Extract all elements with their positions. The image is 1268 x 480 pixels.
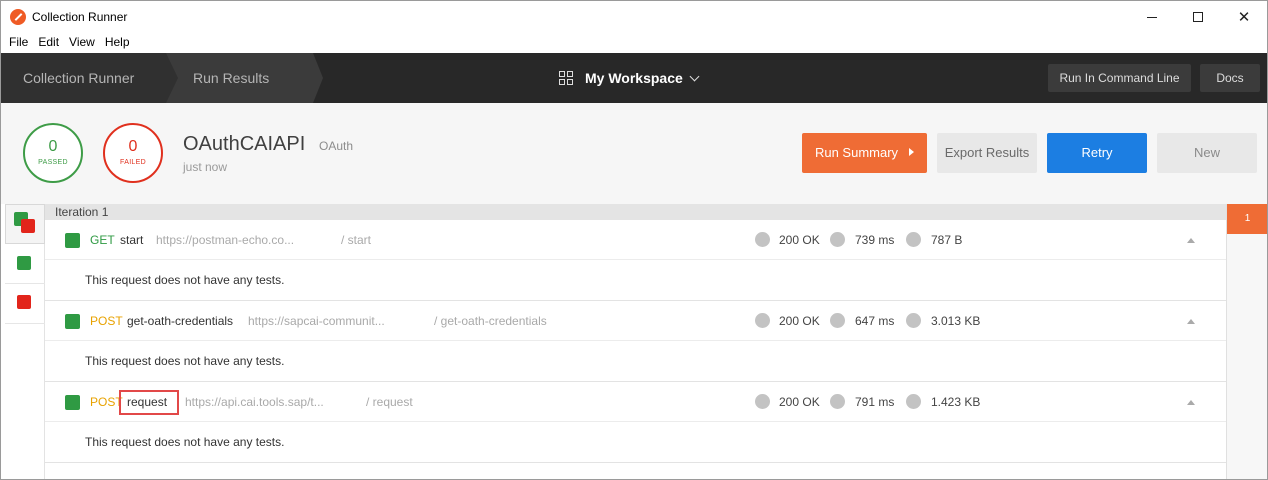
window-title: Collection Runner	[32, 10, 128, 24]
request-url: https://sapcai-communit...	[248, 314, 385, 328]
failed-label: FAILED	[120, 159, 146, 166]
size-dot-icon	[906, 313, 921, 328]
postman-logo-icon	[10, 9, 26, 25]
retry-button[interactable]: Retry	[1047, 133, 1147, 173]
close-button[interactable]: ✕	[1221, 1, 1267, 33]
environment-name: OAuth	[319, 139, 354, 153]
chevron-down-icon	[689, 71, 700, 81]
request-url: https://postman-echo.co...	[156, 233, 295, 247]
breadcrumb-run-results[interactable]: Run Results	[166, 53, 313, 103]
menu-view[interactable]: View	[59, 33, 95, 52]
breadcrumb-separator	[313, 53, 323, 103]
caret-right-icon	[909, 148, 915, 156]
pass-square-icon	[17, 256, 31, 270]
maximize-button[interactable]	[1175, 1, 1221, 33]
fail-square-icon	[21, 219, 35, 233]
maximize-icon	[1193, 12, 1203, 22]
rail-item-passed[interactable]	[5, 244, 45, 284]
time-dot-icon	[830, 232, 845, 247]
run-timestamp: just now	[183, 160, 228, 174]
run-in-command-line-button[interactable]: Run In Command Line	[1048, 64, 1191, 92]
collapse-caret-icon[interactable]	[1187, 238, 1195, 243]
pass-square-icon	[65, 314, 80, 329]
collection-runner-window: Collection Runner ✕ File Edit View Help …	[0, 0, 1268, 480]
response-time: 739 ms	[855, 233, 895, 247]
time-dot-icon	[830, 313, 845, 328]
breadcrumb-collection-runner[interactable]: Collection Runner	[1, 53, 166, 103]
status-dot-icon	[755, 232, 770, 247]
minimize-icon	[1147, 16, 1157, 18]
request-tests-note: This request does not have any tests.	[45, 341, 1226, 382]
menu-file[interactable]: File	[1, 33, 28, 52]
menu-help[interactable]: Help	[95, 33, 130, 52]
request-row[interactable]: POST get-oath-credentials https://sapcai…	[45, 301, 1226, 341]
iteration-marker[interactable]: 1	[1227, 204, 1267, 234]
minimize-button[interactable]	[1129, 1, 1175, 33]
highlight-annotation	[119, 390, 179, 415]
response-status: 200 OK	[779, 395, 820, 409]
run-summary-button[interactable]: Run Summary	[802, 133, 927, 173]
pass-square-icon	[65, 395, 80, 410]
iteration-header: Iteration 1	[45, 204, 1226, 220]
workspace-switcher[interactable]: My Workspace	[559, 53, 700, 103]
export-results-button[interactable]: Export Results	[937, 133, 1037, 173]
passed-label: PASSED	[38, 159, 68, 166]
request-status-rail	[1, 204, 45, 479]
collapse-caret-icon[interactable]	[1187, 400, 1195, 405]
new-button[interactable]: New	[1157, 133, 1257, 173]
menu-bar: File Edit View Help	[1, 33, 1267, 52]
run-summary-panel: 0 PASSED 0 FAILED OAuthCAIAPI OAuth just…	[1, 103, 1267, 204]
request-path: / start	[341, 233, 372, 247]
request-url: https://api.cai.tools.sap/t...	[185, 395, 324, 409]
failed-count: 0	[128, 138, 138, 155]
response-size: 3.013 KB	[931, 314, 981, 328]
iteration-rail: 1	[1226, 204, 1267, 479]
menu-edit[interactable]: Edit	[28, 33, 59, 52]
status-dot-icon	[755, 313, 770, 328]
request-row[interactable]: POST request https://api.cai.tools.sap/t…	[45, 382, 1226, 422]
request-name: start	[120, 233, 144, 247]
request-tests-note: This request does not have any tests.	[45, 260, 1226, 301]
status-dot-icon	[755, 394, 770, 409]
rail-item-iteration[interactable]	[5, 204, 45, 244]
response-size: 1.423 KB	[931, 395, 981, 409]
workspace-name: My Workspace	[585, 70, 683, 86]
run-summary-label: Run Summary	[814, 145, 899, 160]
request-tests-note: This request does not have any tests.	[45, 422, 1226, 463]
size-dot-icon	[906, 394, 921, 409]
app-header: Collection Runner Run Results My Workspa…	[1, 53, 1267, 103]
fail-square-icon	[17, 295, 31, 309]
passed-count: 0	[48, 138, 58, 155]
request-method: GET	[90, 233, 115, 247]
response-time: 647 ms	[855, 314, 895, 328]
request-method: POST	[90, 314, 123, 328]
size-dot-icon	[906, 232, 921, 247]
docs-button[interactable]: Docs	[1200, 64, 1260, 92]
close-icon: ✕	[1237, 9, 1251, 26]
response-time: 791 ms	[855, 395, 895, 409]
breadcrumb-separator	[166, 53, 178, 103]
request-name: get-oath-credentials	[127, 314, 234, 328]
request-row[interactable]: GET start https://postman-echo.co... / s…	[45, 220, 1226, 260]
response-status: 200 OK	[779, 233, 820, 247]
collapse-caret-icon[interactable]	[1187, 319, 1195, 324]
failed-counter: 0 FAILED	[103, 123, 163, 183]
pass-square-icon	[65, 233, 80, 248]
response-status: 200 OK	[779, 314, 820, 328]
title-bar: Collection Runner ✕	[1, 1, 1267, 33]
response-size: 787 B	[931, 233, 963, 247]
workspace-grid-icon	[559, 71, 573, 85]
time-dot-icon	[830, 394, 845, 409]
passed-counter: 0 PASSED	[23, 123, 83, 183]
request-path: / request	[366, 395, 413, 409]
rail-item-failed[interactable]	[5, 284, 45, 324]
collection-name: OAuthCAIAPI	[183, 133, 306, 155]
request-path: / get-oath-credentials	[434, 314, 547, 328]
request-method: POST	[90, 395, 123, 409]
